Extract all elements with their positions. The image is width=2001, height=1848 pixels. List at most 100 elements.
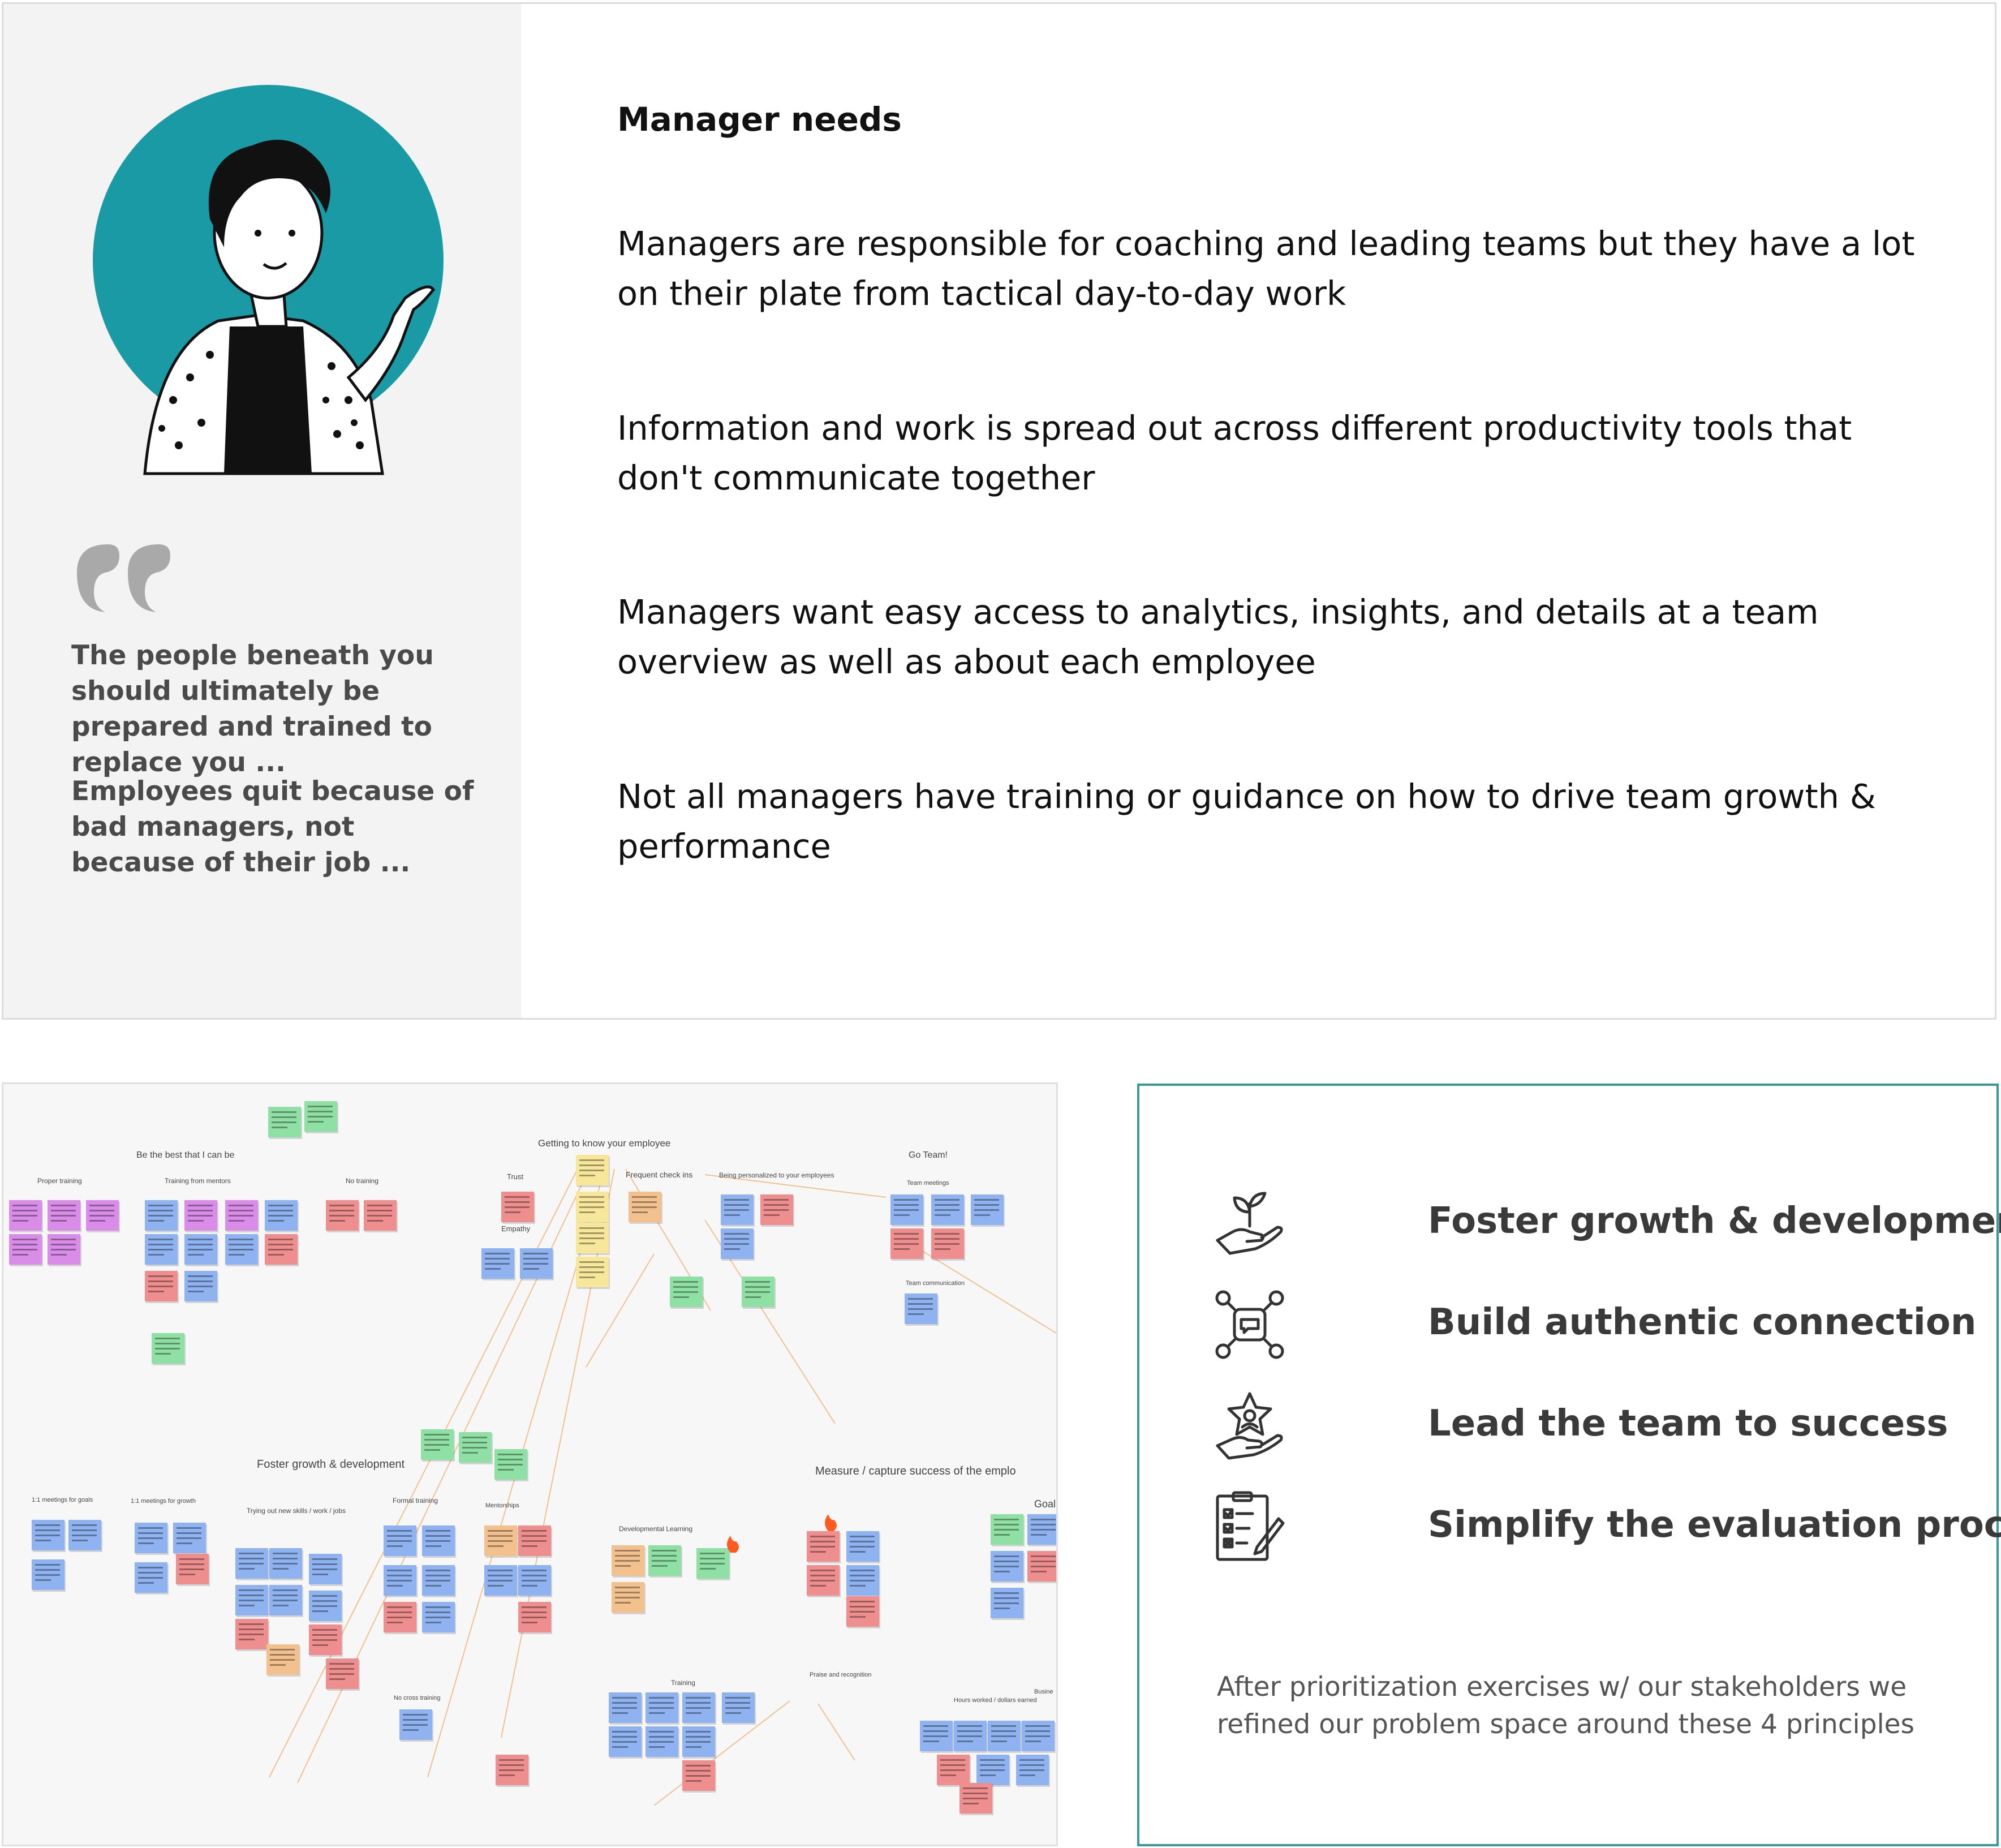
sticky-note-text [522,1617,546,1618]
sticky-note-text [387,1570,412,1571]
sticky-note-text [963,1803,979,1804]
sticky-note-text [188,1205,213,1206]
sticky-note-text [522,1535,546,1537]
principle-item: Build authentic connection [1213,1288,1994,1361]
sticky-note-text [632,1211,648,1213]
sticky-note-text [1031,1555,1056,1557]
sticky-note-text [229,1244,253,1245]
sticky-note-text [505,1201,530,1203]
sticky-note-text [686,1780,702,1782]
sticky-note-text [498,1469,514,1471]
sticky-note-text [522,1570,546,1571]
sticky-note-text [615,1565,631,1567]
principle-item: Lead the team to success [1213,1389,1994,1463]
sticky-note-text [700,1553,725,1554]
hand-star-icon [1216,1392,1283,1460]
sticky-note-text [329,1668,354,1670]
sticky-note-text [424,1434,449,1436]
sticky-note-text [498,1464,523,1465]
sticky-note-text [425,1545,441,1547]
sticky-note-text [673,1286,698,1288]
sticky-note-text [72,1535,97,1536]
sticky-note-text [980,1759,1005,1761]
sticky-note-text [974,1214,990,1216]
sticky-note-text [994,1555,1019,1557]
sticky-note-text [649,1697,674,1699]
sticky-note-text [177,1542,192,1544]
sticky-note-text [940,1759,965,1761]
sticky-note-text [724,1248,740,1250]
sticky-note-text [522,1585,537,1587]
sticky-note-text [994,1566,1019,1567]
sticky-note-text [51,1254,67,1256]
sticky-note-text [652,1565,668,1567]
cluster-title: Goal [1034,1498,1056,1510]
sticky-note-text [649,1712,665,1714]
sticky-note-text [810,1585,826,1587]
principle-label: Lead the team to success [1428,1403,1948,1445]
sticky-note-text [138,1577,163,1579]
sticky-note-text [188,1239,213,1240]
sticky-note-text [612,1712,628,1714]
sticky-note-text [686,1770,711,1772]
sticky-note-text [424,1449,440,1451]
sticky-note-text [764,1204,789,1206]
sticky-note-text [935,1209,959,1211]
sticky-note-text [935,1248,950,1250]
sticky-note-text [72,1540,88,1541]
sticky-note-text [229,1254,244,1256]
sticky-note-text [462,1442,487,1443]
sticky-note-text [138,1527,163,1529]
sticky-note-text [700,1563,725,1565]
sticky-note-text [745,1286,770,1288]
sticky-note-text [268,1205,293,1206]
sticky-note-text [155,1348,180,1350]
sticky-note-text [1019,1774,1035,1776]
persona-panel: The people beneath you should ultimately… [3,4,521,1018]
sticky-note-text [177,1537,201,1539]
sticky-note-text [963,1787,988,1789]
sticky-note-text [810,1551,826,1553]
sticky-note-text [462,1452,478,1454]
sticky-note-text [1031,1529,1056,1531]
sticky-note-text [579,1227,604,1229]
sticky-note-text [329,1215,354,1217]
sticky-note-text [138,1567,163,1568]
cluster-title: Team meetings [907,1180,949,1187]
sticky-note-text [268,1210,293,1211]
sticky-note-text [425,1570,450,1571]
cluster-title: Foster growth & development [257,1458,405,1471]
sticky-note-text [724,1214,740,1216]
sticky-note-text [367,1210,392,1211]
sticky-note-text [12,1254,28,1256]
sticky-note-text [462,1447,487,1449]
cluster-title: No cross training [394,1695,441,1701]
fire-icon [727,1536,739,1553]
sticky-note-text [686,1731,711,1733]
sticky-note-text [994,1524,1019,1525]
sticky-note-text [994,1519,1019,1520]
sticky-note-text [725,1697,750,1699]
sticky-note-text [649,1741,674,1743]
sticky-note-text [148,1280,173,1282]
sticky-note-text [35,1529,60,1531]
sticky-note-text [579,1196,604,1198]
sticky-note-text [488,1530,513,1532]
sticky-note-text [957,1730,982,1732]
sticky-note-text [612,1731,637,1733]
affinity-map-canvas: Be the best that I can be Proper training… [9,1101,1056,1815]
cluster-title: Trying out new skills / work / jobs [247,1507,346,1515]
sticky-note-text [810,1580,835,1581]
sticky-note-text [268,1239,293,1240]
sticky-note-text [612,1702,637,1704]
sticky-note-text [745,1281,770,1283]
cluster-title: Be the best that I can be [136,1150,235,1160]
sticky-note-text [89,1215,114,1217]
sticky-note-text [1031,1524,1056,1525]
principle-label: Simplify the evaluation process [1428,1504,2001,1546]
sticky-note-text [652,1555,677,1557]
sticky-note-text [923,1735,948,1737]
sticky-note-text [1031,1561,1056,1562]
sticky-note-text [268,1249,293,1250]
sticky-note-text [272,1116,296,1118]
